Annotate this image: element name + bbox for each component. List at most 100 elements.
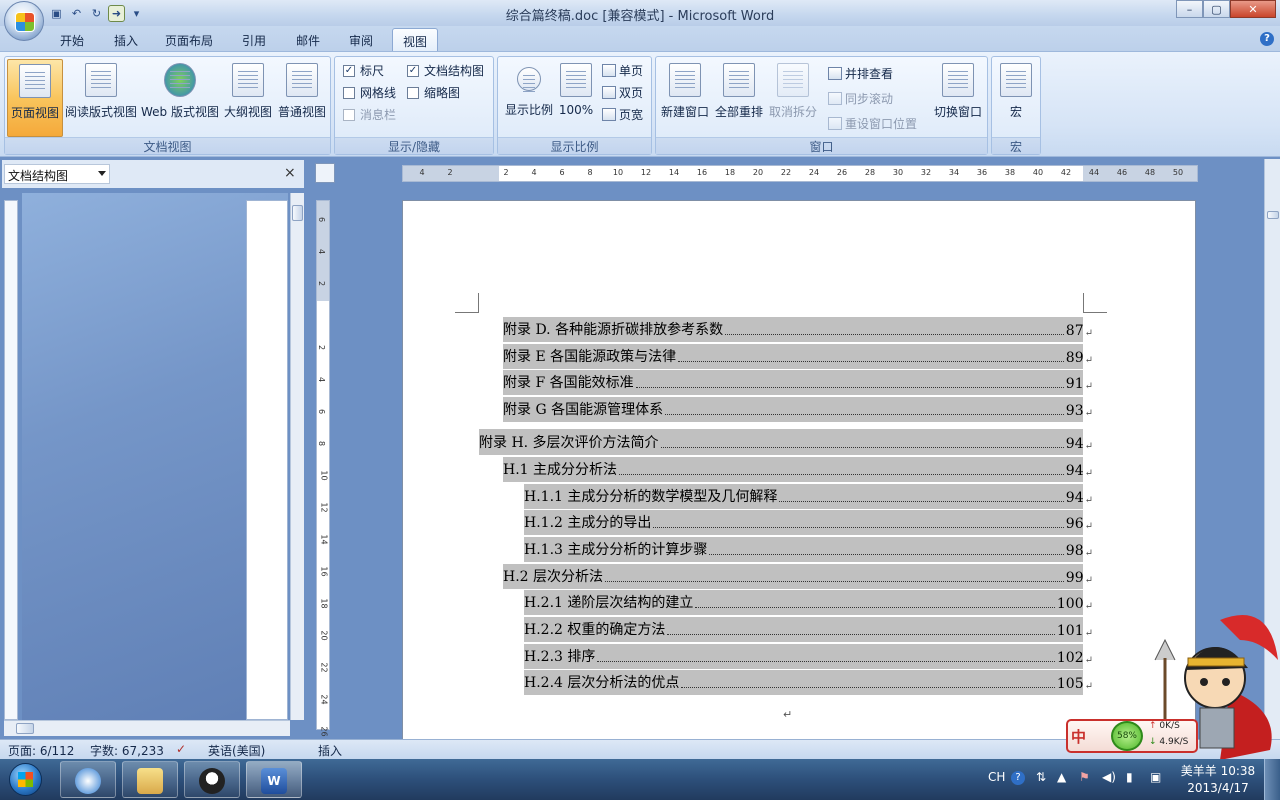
help-icon[interactable]: ?: [1260, 32, 1274, 46]
toc-entry[interactable]: H.2.1 递阶层次结构的建立 100 ↵: [524, 590, 1093, 615]
network-tray-icon[interactable]: ▣: [1150, 770, 1161, 784]
start-button[interactable]: [3, 759, 47, 800]
show-hidden-icons[interactable]: ▲: [1057, 770, 1066, 784]
taskbar-app-qq[interactable]: [184, 761, 240, 798]
action-center-icon[interactable]: ⚑: [1079, 770, 1090, 784]
doc-map-checkbox[interactable]: ✓ 文档结构图: [407, 62, 484, 79]
message-bar-label: 消息栏: [360, 108, 397, 122]
document-map-vscroll[interactable]: [290, 193, 304, 720]
volume-icon[interactable]: ◀): [1102, 770, 1116, 784]
gridlines-checkbox[interactable]: 网格线: [343, 84, 396, 101]
toc-leader: [695, 607, 1055, 608]
proofing-icon[interactable]: ✓: [176, 742, 186, 756]
taskbar-app-word[interactable]: W: [246, 761, 302, 798]
minimize-button[interactable]: –: [1176, 0, 1203, 18]
message-bar-checkbox[interactable]: 消息栏: [343, 106, 396, 123]
tab-mailings[interactable]: 邮件: [286, 28, 330, 52]
insert-mode[interactable]: 插入: [318, 742, 342, 759]
language-bar[interactable]: CH: [988, 770, 1005, 784]
document-map-selector[interactable]: 文档结构图: [4, 164, 110, 184]
sync-scroll-icon: [828, 92, 842, 105]
page-width-label: 页宽: [619, 108, 644, 122]
maximize-button[interactable]: ▢: [1203, 0, 1230, 18]
side-by-side-button[interactable]: 并排查看: [828, 65, 893, 82]
thumbnails-checkbox[interactable]: 缩略图: [407, 84, 460, 101]
draft-view-button[interactable]: 普通视图: [276, 59, 328, 137]
page-indicator[interactable]: 页面: 6/112: [8, 742, 74, 759]
toc-page-number: 102: [1056, 650, 1084, 666]
help-tray-icon[interactable]: ?: [1011, 771, 1025, 785]
reading-layout-label: 阅读版式视图: [64, 105, 137, 119]
toc-entry[interactable]: 附录 E 各国能源政策与法律 89 ↵: [503, 344, 1093, 369]
toc-entry[interactable]: 附录 D. 各种能源折碳排放参考系数 87 ↵: [503, 317, 1093, 342]
horizontal-ruler[interactable]: 4 2 2 4 6 8 10 12 14 16 18 20 22 24 26 28 30 32 34 36 38 40 42…: [402, 165, 1198, 182]
tab-page-layout[interactable]: 页面布局: [155, 28, 223, 52]
ruler-tick-label: 18: [319, 598, 329, 609]
scroll-thumb[interactable]: [292, 205, 303, 221]
zoom-100-button[interactable]: 100%: [556, 59, 596, 137]
show-desktop-button[interactable]: [1264, 759, 1280, 800]
usb-icon[interactable]: ▮: [1126, 770, 1133, 784]
taskbar-app-sogou[interactable]: [60, 761, 116, 798]
toc-entry[interactable]: H.2.3 排序 102 ↵: [524, 644, 1093, 669]
web-layout-button[interactable]: Web 版式视图: [140, 59, 220, 137]
macros-button[interactable]: 宏: [994, 59, 1038, 137]
ruler-tick-label: 2: [317, 280, 327, 287]
taskbar-app-explorer[interactable]: [122, 761, 178, 798]
toc-entry[interactable]: H.1.3 主成分分析的计算步骤 98 ↵: [524, 537, 1093, 562]
tab-references[interactable]: 引用: [232, 28, 276, 52]
arrange-all-button[interactable]: 全部重排: [712, 59, 766, 137]
doc-map-label: 文档结构图: [424, 64, 485, 78]
document-map-thumbnail: [246, 200, 288, 720]
reading-layout-button[interactable]: 阅读版式视图: [63, 59, 139, 137]
toc-entry[interactable]: H.1.1 主成分分析的数学模型及几何解释 94 ↵: [524, 484, 1093, 509]
toc-entry[interactable]: H.1.2 主成分的导出 96 ↵: [524, 510, 1093, 535]
one-page-button[interactable]: 单页: [602, 62, 643, 79]
reset-window-button[interactable]: 重设窗口位置: [828, 115, 917, 132]
remove-split-button[interactable]: 取消拆分: [766, 59, 820, 137]
language-indicator[interactable]: 英语(美国): [208, 742, 265, 759]
thumbnails-label: 缩略图: [424, 86, 461, 100]
office-button[interactable]: [4, 1, 44, 41]
toc-page-number: 91: [1065, 376, 1084, 392]
two-pages-button[interactable]: 双页: [602, 84, 643, 101]
sync-scroll-button[interactable]: 同步滚动: [828, 90, 893, 107]
outline-view-button[interactable]: 大纲视图: [222, 59, 274, 137]
document-map-hscroll[interactable]: [4, 720, 290, 736]
toc-entry[interactable]: H.2.4 层次分析法的优点 105 ↵: [524, 670, 1093, 695]
vertical-ruler[interactable]: 6 4 2 2 4 6 8 10 12 14 16 18 20 22 24 26: [316, 200, 330, 737]
toc-entry[interactable]: 附录 H. 多层次评价方法简介 94 ↵: [479, 429, 1093, 455]
print-layout-button[interactable]: 页面视图: [7, 59, 63, 137]
close-pane-icon[interactable]: ×: [284, 165, 296, 181]
ime-indicator[interactable]: 中: [1071, 726, 1086, 747]
tab-selector-button[interactable]: [315, 163, 335, 183]
word-count[interactable]: 字数: 67,233: [90, 742, 164, 759]
toc-entry[interactable]: 附录 G 各国能源管理体系 93 ↵: [503, 397, 1093, 422]
tab-view[interactable]: 视图: [392, 28, 439, 52]
toc-entry[interactable]: H.2.2 权重的确定方法 101 ↵: [524, 617, 1093, 642]
toc-entry[interactable]: H.2 层次分析法 99 ↵: [503, 564, 1093, 589]
zoom-100-label: 100%: [558, 103, 594, 117]
switch-window-button[interactable]: 切换窗口: [930, 59, 986, 137]
page-width-button[interactable]: 页宽: [602, 106, 643, 123]
window-title: 综合篇终稿.doc [兼容模式] - Microsoft Word: [505, 9, 775, 24]
tray-network-icon[interactable]: ⇅: [1036, 770, 1046, 784]
scroll-thumb[interactable]: [1267, 211, 1279, 219]
toc-entry[interactable]: 附录 F 各国能效标准 91 ↵: [503, 370, 1093, 395]
new-window-button[interactable]: 新建窗口: [658, 59, 712, 137]
group-document-views: 页面视图 阅读版式视图 Web 版式视图 大纲视图 普通视图 文档视图: [4, 56, 331, 155]
toc-leader: [681, 687, 1055, 688]
tab-review[interactable]: 审阅: [339, 28, 383, 52]
tab-home[interactable]: 开始: [50, 28, 94, 52]
toc-entry[interactable]: H.1 主成分分析法 94 ↵: [503, 457, 1093, 482]
paragraph-mark: ↵: [1084, 521, 1093, 532]
toc-page-number: 87: [1065, 323, 1084, 339]
zoom-button[interactable]: 显示比例: [502, 59, 556, 137]
close-button[interactable]: ✕: [1230, 0, 1276, 18]
ruler-tick-label: 48: [1144, 168, 1156, 177]
tab-insert[interactable]: 插入: [104, 28, 148, 52]
scroll-thumb[interactable]: [16, 723, 34, 734]
ruler-checkbox[interactable]: ✓ 标尺: [343, 62, 384, 79]
document-page[interactable]: 附录 D. 各种能源折碳排放参考系数 87 ↵ 附录 E 各国能源政策与法律 89 ↵ 附录…: [402, 200, 1196, 740]
clock[interactable]: 美羊羊 10:38 2013/4/17: [1180, 763, 1256, 797]
